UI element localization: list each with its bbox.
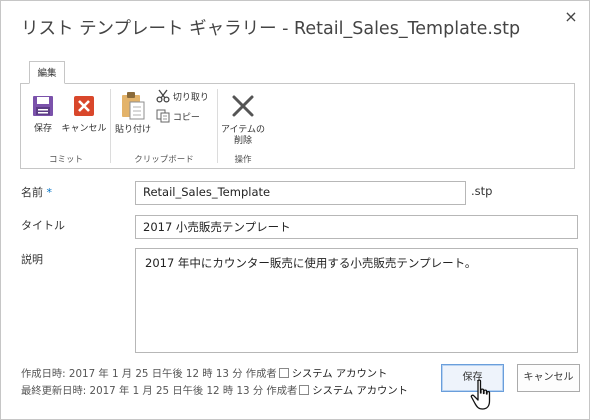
- tab-edit[interactable]: 編集: [29, 61, 65, 84]
- delete-icon: [232, 95, 254, 117]
- group-label-clipboard: クリップボード: [134, 155, 194, 165]
- name-input[interactable]: Retail_Sales_Template: [135, 181, 466, 205]
- ribbon-separator: [110, 89, 111, 163]
- ribbon-save-button[interactable]: 保存: [27, 95, 59, 135]
- file-extension: .stp: [471, 184, 493, 198]
- title-input[interactable]: 2017 小売販売テンプレート: [135, 215, 578, 239]
- cancel-button[interactable]: キャンセル: [517, 364, 580, 392]
- ribbon-copy-label: コピー: [172, 113, 200, 123]
- dialog-title: リスト テンプレート ギャラリー - Retail_Sales_Template…: [21, 19, 521, 39]
- save-icon: [33, 96, 53, 116]
- name-label: 名前 *: [21, 184, 52, 200]
- modified-text: 最終更新日時: 2017 年 1 月 25 日午後 12 時 13 分 作成者: [21, 385, 298, 397]
- ribbon-cut-label: 切り取り: [172, 93, 209, 103]
- ribbon-paste-label: 貼り付け: [114, 125, 151, 135]
- description-label: 説明: [21, 253, 43, 266]
- group-label-actions: 操作: [234, 155, 252, 165]
- scissors-icon: [156, 89, 170, 103]
- dialog: リスト テンプレート ギャラリー - Retail_Sales_Template…: [0, 0, 590, 420]
- cancel-icon: [74, 96, 94, 116]
- hand-cursor-icon: [470, 379, 491, 410]
- modified-by-user[interactable]: システム アカウント: [312, 385, 408, 397]
- ribbon-cancel-button[interactable]: キャンセル: [61, 95, 107, 135]
- description-textarea[interactable]: 2017 年中にカウンター販売に使用する小売販売テンプレート。: [135, 248, 578, 353]
- created-by-user[interactable]: システム アカウント: [292, 368, 388, 380]
- close-icon[interactable]: ×: [563, 9, 579, 25]
- name-label-text: 名前: [21, 186, 43, 199]
- title-label: タイトル: [21, 219, 65, 232]
- group-label-commit: コミット: [48, 155, 83, 165]
- ribbon-copy-button[interactable]: コピー: [156, 109, 200, 125]
- ribbon-separator: [217, 89, 218, 163]
- ribbon-delete-item-button[interactable]: アイテムの 削除: [220, 93, 266, 147]
- ribbon-delete-label-line1: アイテムの: [220, 125, 266, 135]
- ribbon-cut-button[interactable]: 切り取り: [156, 89, 209, 105]
- modified-info: 最終更新日時: 2017 年 1 月 25 日午後 12 時 13 分 作成者 シ…: [21, 382, 408, 397]
- copy-icon: [156, 109, 170, 123]
- required-marker: *: [46, 186, 53, 199]
- paste-icon: [122, 92, 145, 120]
- ribbon-save-label: 保存: [33, 124, 52, 134]
- ribbon-delete-label-line2: 削除: [233, 136, 252, 146]
- created-info: 作成日時: 2017 年 1 月 25 日午後 12 時 13 分 作成者 システ…: [21, 365, 387, 380]
- ribbon-paste-button[interactable]: 貼り付け: [113, 91, 153, 136]
- user-presence-icon: [278, 368, 289, 378]
- ribbon-cancel-label: キャンセル: [61, 124, 107, 134]
- created-text: 作成日時: 2017 年 1 月 25 日午後 12 時 13 分 作成者: [21, 368, 277, 380]
- user-presence-icon: [299, 385, 310, 395]
